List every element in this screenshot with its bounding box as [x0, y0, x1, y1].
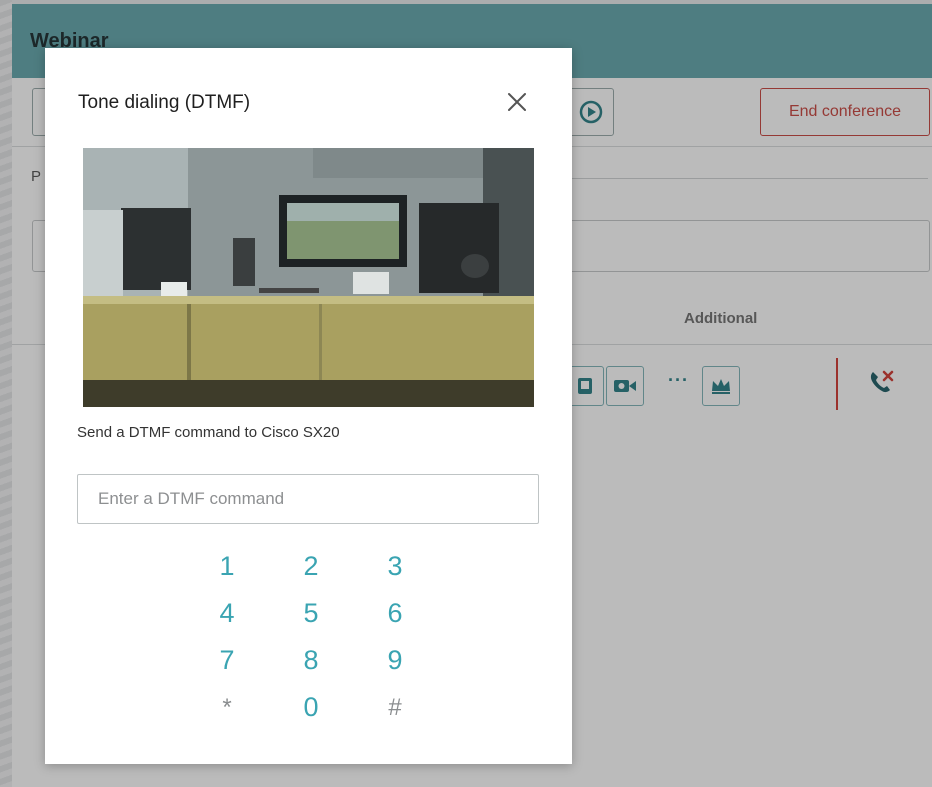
dialog-description: Send a DTMF command to Cisco SX20 [77, 424, 340, 441]
camera-preview-image [83, 148, 534, 407]
key-star[interactable]: * [185, 684, 269, 731]
key-4[interactable]: 4 [185, 590, 269, 637]
key-0[interactable]: 0 [269, 684, 353, 731]
dtmf-dialog: Tone dialing (DTMF) Send a DTMF command … [45, 48, 572, 764]
key-7[interactable]: 7 [185, 637, 269, 684]
dtmf-input[interactable] [77, 474, 539, 524]
key-9[interactable]: 9 [353, 637, 437, 684]
key-hash[interactable]: # [353, 684, 437, 731]
close-button[interactable] [501, 86, 533, 118]
dtmf-keypad: 1 2 3 4 5 6 7 8 9 * 0 # [185, 543, 435, 731]
key-3[interactable]: 3 [353, 543, 437, 590]
key-6[interactable]: 6 [353, 590, 437, 637]
dialog-title: Tone dialing (DTMF) [78, 92, 251, 113]
key-1[interactable]: 1 [185, 543, 269, 590]
key-2[interactable]: 2 [269, 543, 353, 590]
camera-preview [83, 148, 534, 407]
key-5[interactable]: 5 [269, 590, 353, 637]
key-8[interactable]: 8 [269, 637, 353, 684]
close-icon [508, 93, 526, 111]
